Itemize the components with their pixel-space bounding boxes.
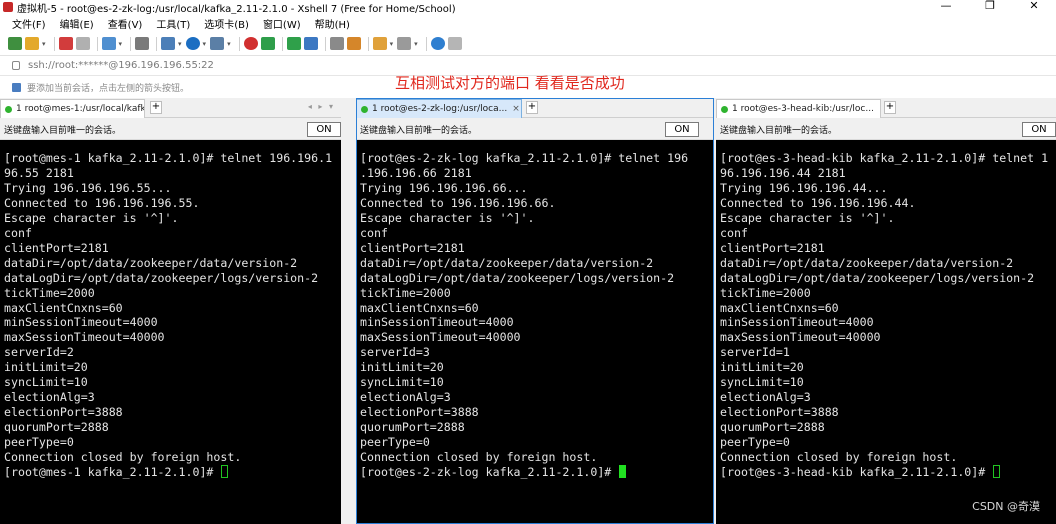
session-pane-es-3-head-kib: 1 root@es-3-head-kib:/usr/loc... + 送键盘输入… [716,98,1056,524]
tab-label: 1 root@mes-1:/usr/local/kafk... [16,104,144,114]
reconnect-icon[interactable] [58,37,73,50]
copy-icon[interactable] [161,37,176,50]
session-pane-es-2-zk-log: 1 root@es-2-zk-log:/usr/loca... × + 送键盘输… [356,98,714,524]
lock-screen-icon[interactable] [303,37,318,50]
terminal-prompt: [root@es-3-head-kib kafka_2.11-2.1.0]# [720,465,993,480]
tab-label: 1 root@es-2-zk-log:/usr/loca... [372,104,508,114]
menu-window[interactable]: 窗口(W) [263,16,301,31]
terminal-cursor [221,465,229,479]
terminal-prompt: [root@mes-1 kafka_2.11-2.1.0]# [4,465,221,480]
menu-help[interactable]: 帮助(H) [315,16,350,31]
font-icon[interactable] [210,37,225,50]
session-pane-mes-1: 1 root@mes-1:/usr/local/kafk... + ◂ ▸ ▾ … [0,98,341,524]
terminal-cursor [993,465,1001,479]
toolbar: ▾ ▾ ▾ ▾ ▾ ▾ ▾ [0,32,1056,56]
add-tab-button[interactable]: + [526,101,538,114]
hint-text: 要添加当前会话，点击左侧的箭头按钮。 [27,83,190,94]
tab-session-es-3-head-kib[interactable]: 1 root@es-3-head-kib:/usr/loc... [716,99,881,118]
close-tab-icon[interactable]: × [512,104,520,114]
new-session-icon[interactable] [8,37,22,50]
terminal-output[interactable]: [root@es-2-zk-log kafka_2.11-2.1.0]# tel… [356,140,714,524]
disconnect-icon[interactable] [75,37,90,50]
connected-status-icon [721,105,728,113]
maximize-button[interactable]: ❐ [968,0,1012,14]
add-tab-button[interactable]: + [150,101,162,114]
send-input-toggle-button[interactable]: ON [665,122,699,137]
window-title: 虚拟机-5 - root@es-2-zk-log:/usr/local/kafk… [17,3,456,15]
menu-file[interactable]: 文件(F) [12,16,46,31]
tab-session-es-2-zk-log[interactable]: 1 root@es-2-zk-log:/usr/loca... × [356,99,522,118]
tab-scroll-icon[interactable]: ◂ ▸ ▾ [308,102,335,111]
highlight-icon[interactable] [346,37,361,50]
send-input-label: 送键盘输入目前唯一的会话。 [720,126,838,136]
annotation-text: 互相测试对方的端口 看看是否成功 [395,74,625,92]
properties-icon[interactable] [101,37,116,50]
menu-tabs[interactable]: 选项卡(B) [204,16,249,31]
arrow-icon[interactable] [12,82,21,92]
title-bar: 虚拟机-5 - root@es-2-zk-log:/usr/local/kafk… [0,0,1056,15]
add-tab-button[interactable]: + [884,101,896,114]
terminal-text: [root@mes-1 kafka_2.11-2.1.0]# telnet 19… [4,151,333,465]
tab-bar: 1 root@es-2-zk-log:/usr/loca... × + [356,98,714,118]
terminal-prompt: [root@es-2-zk-log kafka_2.11-2.1.0]# [360,465,619,480]
fullscreen-icon[interactable] [286,37,301,50]
lock-icon [12,61,20,70]
send-input-bar: 送键盘输入目前唯一的会话。 ON [716,118,1056,140]
watermark: CSDN @奇漠 [972,500,1040,513]
pane-splitter[interactable] [341,98,356,524]
connected-status-icon [361,105,368,113]
tab-bar: 1 root@mes-1:/usr/local/kafk... + ◂ ▸ ▾ [0,98,341,118]
terminal-output[interactable]: [root@mes-1 kafka_2.11-2.1.0]# telnet 19… [0,140,341,524]
terminal-cursor [619,465,627,479]
session-address[interactable]: ssh://root:******@196.196.196.55:22 [28,60,214,71]
menu-edit[interactable]: 编辑(E) [60,16,94,31]
xftp-icon[interactable] [243,37,258,50]
globe-icon[interactable] [185,37,200,50]
open-folder-icon[interactable] [25,37,39,50]
send-input-toggle-button[interactable]: ON [1022,122,1056,137]
terminal-text: [root@es-2-zk-log kafka_2.11-2.1.0]# tel… [360,151,689,465]
keyboard-icon[interactable] [329,37,344,50]
close-button[interactable]: ✕ [1012,0,1056,14]
connected-status-icon [5,105,12,113]
layout-icon[interactable] [397,37,412,50]
terminal-output[interactable]: [root@es-3-head-kib kafka_2.11-2.1.0]# t… [716,140,1056,524]
script-icon[interactable] [260,37,275,50]
search-icon[interactable] [135,37,150,50]
send-input-bar: 送键盘输入目前唯一的会话。 ON [356,118,714,140]
menu-bar: 文件(F) 编辑(E) 查看(V) 工具(T) 选项卡(B) 窗口(W) 帮助(… [0,14,1056,32]
terminal-text: [root@es-3-head-kib kafka_2.11-2.1.0]# t… [720,151,1049,465]
xshell-app-icon [3,2,13,12]
send-input-toggle-button[interactable]: ON [307,122,341,137]
minimize-button[interactable]: — [924,0,968,14]
menu-view[interactable]: 查看(V) [108,16,143,31]
send-input-label: 送键盘输入目前唯一的会话。 [360,126,478,136]
compose-icon[interactable] [372,37,387,50]
send-input-bar: 送键盘输入目前唯一的会话。 ON [0,118,341,140]
tab-label: 1 root@es-3-head-kib:/usr/loc... [732,104,874,114]
tab-session-mes-1[interactable]: 1 root@mes-1:/usr/local/kafk... [0,99,145,118]
chat-icon[interactable] [447,37,462,50]
tab-bar: 1 root@es-3-head-kib:/usr/loc... + [716,98,1056,118]
help-icon[interactable] [430,37,445,50]
menu-tools[interactable]: 工具(T) [156,16,190,31]
send-input-label: 送键盘输入目前唯一的会话。 [4,126,122,136]
